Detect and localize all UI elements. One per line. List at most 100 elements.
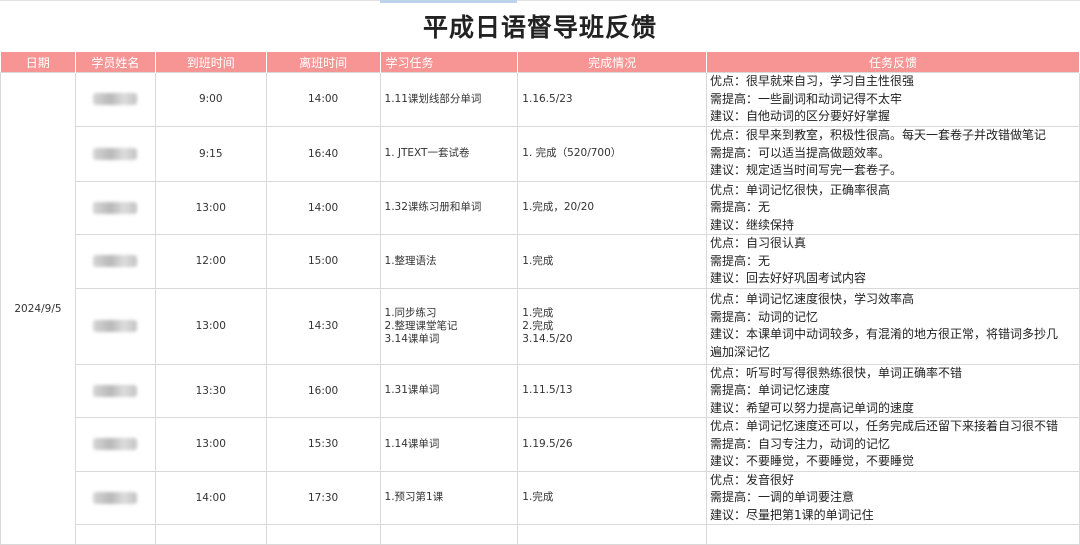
header-feedback[interactable]: 任务反馈 [706,52,1080,73]
feedback-line: 遍加深记忆 [710,344,771,359]
header-completion[interactable]: 完成情况 [517,52,707,73]
feedback-line: 需提高：自习专注力，动词的记忆 [710,436,891,451]
leave-time-cell[interactable]: 17:30 [265,470,381,525]
table-row: 2024/9/5 9:00 14:00 1.11课划线部分单词 1.16.5/23 优点：… [0,72,1080,545]
completion-line: 2.完成 [522,319,554,332]
task-cell[interactable]: 1.预习第1课 [379,470,519,525]
redacted-name [93,201,138,214]
feedback-line: 优点：自习很认真 [710,236,807,250]
completion-line: 1.完成 [522,254,554,267]
completion-line: 1.11.5/13 [522,384,573,397]
completion-cell[interactable]: 1.完成 [517,470,707,525]
leave-time-cell[interactable]: 14:00 [265,180,381,235]
task-cell[interactable]: 1.整理语法 [379,234,519,289]
task-cell[interactable]: 1. JTEXT一套试卷 [379,125,519,182]
student-name-cell[interactable] [74,363,156,418]
task-line: 1.32课练习册和单词 [384,201,482,214]
page-title: 平成日语督导班反馈 [422,13,657,42]
feedback-cell[interactable]: 优点：很早就来自习，学习自主性很强 需提高：一些副词和动词记得不太牢 建议：自他动词… [706,72,1080,127]
student-name-cell[interactable] [74,180,156,235]
redacted-name [93,438,138,451]
feedback-line: 建议：不要睡觉，不要睡觉，不要睡觉 [710,454,915,468]
feedback-line: 优点：很早就来自习，学习自主性很强 [710,74,915,88]
feedback-cell[interactable]: 优点：自习很认真 需提高：无 建议：回去好好巩固考试内容 [706,234,1080,289]
leave-time-cell[interactable]: 16:00 [265,363,381,418]
task-cell[interactable]: 1.11课划线部分单词 [379,72,519,127]
student-name-cell[interactable] [74,470,156,525]
feedback-line: 优点：单词记忆很快，正确率很高 [710,182,891,197]
feedback-line: 建议：希望可以努力提高记单词的速度 [710,400,915,415]
table-row: 9:15 16:40 1. JTEXT一套试卷 1. 完成（520/700） 优点：很早… [1,125,1080,182]
completion-line: 1.完成 [522,306,554,319]
table-body: 2024/9/5 9:00 14:00 1.11课划线部分单词 1.16.5/23 优点：… [0,72,1080,545]
task-line: 2.整理课堂笔记 [384,319,458,332]
student-name-cell[interactable] [74,125,156,182]
completion-cell[interactable]: 1.完成 2.完成 3.14.5/20 [517,287,707,365]
feedback-line: 需提高：无 [710,200,771,214]
header-name[interactable]: 学员姓名 [75,52,156,73]
leave-time-cell[interactable]: 16:40 [265,125,381,182]
feedback-line: 需提高：单词记忆速度 [710,383,831,397]
leave-time-cell[interactable]: 14:30 [265,287,381,365]
task-line: 3.14课单词 [384,332,440,345]
feedback-line: 优点：单词记忆速度很快，学习效率高 [710,292,915,306]
task-cell[interactable]: 1.32课练习册和单词 [379,180,519,235]
student-name-cell[interactable] [74,72,156,127]
table-row: 13:30 16:00 1.31课单词 1.11.5/13 优点：听写时写得很熟练很快，… [1,363,1080,418]
task-cell[interactable]: 1.31课单词 [379,363,519,418]
completion-cell[interactable]: 1.19.5/26 [517,417,707,472]
arrive-time-cell[interactable]: 13:00 [154,287,267,365]
task-line: 1.31课单词 [384,384,440,397]
feedback-cell[interactable]: 优点：单词记忆很快，正确率很高 需提高：无 建议：继续保持 [706,180,1080,235]
redacted-name [93,320,138,332]
header-date[interactable]: 日期 [0,52,76,73]
date-cell[interactable]: 2024/9/5 [0,72,76,545]
completion-line: 3.14.5/20 [522,332,573,345]
arrive-time-cell[interactable]: 13:00 [154,417,267,472]
feedback-cell[interactable]: 优点：单词记忆速度很快，学习效率高 需提高：动词的记忆 建议：本课单词中动词较多，有… [706,287,1080,365]
header-task[interactable]: 学习任务 [380,52,519,73]
feedback-line: 建议：本课单词中动词较多，有混淆的地方很正常，将错词多抄几 [710,327,1059,341]
leave-time-cell[interactable]: 15:30 [265,417,381,472]
leave-time-cell[interactable]: 15:00 [265,234,381,289]
task-line: 1.预习第1课 [384,491,444,504]
completion-cell[interactable]: 1.11.5/13 [517,363,707,418]
completion-line: 1.19.5/26 [522,437,573,450]
student-name-cell[interactable] [74,234,156,289]
feedback-cell[interactable]: 优点：发音很好 需提高：一调的单词要注意 建议：尽量把第1课的单词记住 [706,470,1080,525]
redacted-name [93,491,138,504]
table-row: 12:00 15:00 1.整理语法 1.完成 优点：自习很认真 需提高：无 建议：回去好好… [1,234,1080,289]
feedback-cell[interactable]: 优点：单词记忆速度还可以，任务完成后还留下来接着自习很不错 需提高：自习专注力，动… [706,417,1080,472]
leave-time-cell[interactable]: 14:00 [265,72,381,127]
feedback-cell[interactable]: 优点：听写时写得很熟练很快，单词正确率不错 需提高：单词记忆速度 建议：希望可以努力… [706,363,1080,418]
task-line: 1.同步练习 [384,306,437,319]
completion-cell[interactable]: 1.完成 [517,234,707,289]
table-row: 13:00 14:30 1.同步练习 2.整理课堂笔记 3.14课单词 1.完成 2.完成 3… [1,287,1080,365]
header-row: 日期 学员姓名 到班时间 离班时间 学习任务 完成情况 任务反馈 [0,52,1080,73]
arrive-time-cell[interactable]: 9:15 [154,125,267,182]
feedback-line: 建议：回去好好巩固考试内容 [710,271,867,285]
completion-cell[interactable]: 1. 完成（520/700） [517,125,707,182]
arrive-time-cell[interactable]: 14:00 [154,470,267,525]
redacted-name [93,147,138,160]
completion-cell[interactable]: 1.16.5/23 [517,72,707,127]
task-cell[interactable]: 1.14课单词 [379,417,519,472]
completion-cell[interactable]: 1.完成，20/20 [517,180,707,235]
arrive-time-cell[interactable]: 12:00 [154,234,267,289]
task-line: 1. JTEXT一套试卷 [384,147,470,159]
feedback-line: 需提高：一些副词和动词记得不太牢 [710,91,903,106]
student-name-cell[interactable] [74,417,156,472]
task-cell[interactable]: 1.同步练习 2.整理课堂笔记 3.14课单词 [379,287,519,365]
header-arrive-time[interactable]: 到班时间 [155,52,267,73]
completion-line: 1.完成，20/20 [522,201,595,214]
student-name-cell[interactable] [74,287,156,365]
feedback-line: 优点：发音很好 [710,472,795,487]
feedback-line: 需提高：一调的单词要注意 [710,490,855,504]
completion-line: 1.16.5/23 [522,92,573,105]
header-leave-time[interactable]: 离班时间 [266,52,381,73]
arrive-time-cell[interactable]: 13:00 [154,180,267,235]
feedback-cell[interactable]: 优点：很早来到教室，积极性很高。每天一套卷子并改错做笔记 需提高：可以适当提高做题… [706,125,1080,182]
arrive-time-cell[interactable]: 9:00 [154,72,267,127]
feedback-line: 优点：很早来到教室，积极性很高。每天一套卷子并改错做笔记 [710,128,1047,143]
arrive-time-cell[interactable]: 13:30 [154,363,267,418]
